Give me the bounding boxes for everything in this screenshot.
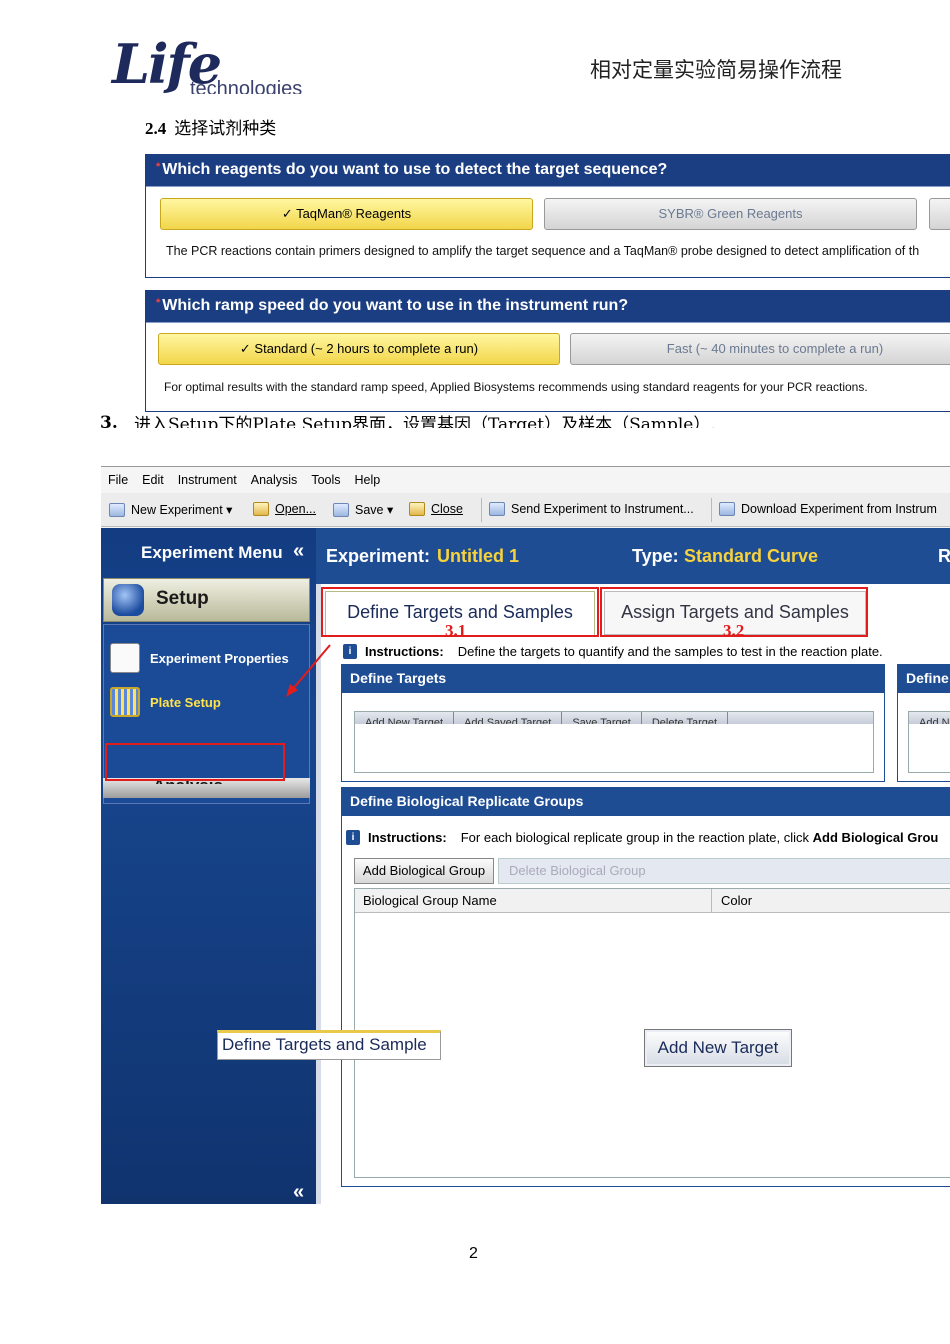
define-targets-tab-callout: Define Targets and Sample <box>217 1030 441 1060</box>
column-color: Color <box>721 893 753 908</box>
new-experiment-button[interactable]: New Experiment ▾ <box>109 502 232 517</box>
main-area: Experiment: Untitled 1 Type: Standard Cu… <box>316 528 950 1204</box>
add-new-target-callout: Add New Target <box>644 1029 792 1067</box>
setup-section-button[interactable]: Setup <box>103 578 310 622</box>
menu-instrument[interactable]: Instrument <box>171 467 244 487</box>
instructions-icon: i <box>346 830 360 845</box>
define-targets-box: Define Targets Add New Target Add Saved T… <box>341 664 885 782</box>
bio-instructions-line: i Instructions: For each biological replic… <box>346 830 938 845</box>
add-new-sample-button[interactable]: Add N <box>909 712 950 724</box>
define-targets-title: Define Targets <box>342 665 884 693</box>
send-to-instrument-button[interactable]: Send Experiment to Instrument... <box>489 502 694 516</box>
step-3-heading: 3. 进入Setup下的Plate Setup界面，设置基因（Target）及样… <box>100 406 800 428</box>
menu-help[interactable]: Help <box>348 467 388 487</box>
targets-button-row: Add New Target Add Saved Target Save Targe… <box>355 712 873 724</box>
save-disk-icon <box>333 502 349 517</box>
marker-3-2: 3.2 <box>723 621 745 640</box>
plate-setup-item[interactable]: Plate Setup <box>110 687 221 717</box>
experiment-properties-item[interactable]: Experiment Properties <box>110 643 289 673</box>
step-number: 3. <box>100 413 118 428</box>
instructions-line: i Instructions: Define the targets to quan… <box>343 644 883 659</box>
required-marker: * <box>156 161 161 173</box>
open-button[interactable]: Open... <box>253 502 316 516</box>
experiment-header-bar: Experiment: Untitled 1 Type: Standard Cu… <box>316 528 950 584</box>
page-number: 2 <box>469 1245 478 1262</box>
biological-groups-box: Define Biological Replicate Groups i Inst… <box>341 787 950 1187</box>
collapse-sidebar-icon[interactable]: « <box>293 540 304 563</box>
add-biological-group-button[interactable]: Add Biological Group <box>354 858 494 884</box>
section-2-4-heading: 2.4 选择试剂种类 <box>145 114 276 139</box>
clipboard-icon <box>110 643 140 673</box>
collapse-bottom-icon[interactable]: « <box>293 1181 304 1204</box>
add-new-target-button[interactable]: Add New Target <box>355 712 455 724</box>
type-label: Type: <box>632 546 679 566</box>
samples-table: Add N <box>908 711 950 773</box>
toolbar: New Experiment ▾ Open... Save ▾ Close Se… <box>101 493 950 527</box>
samples-button-row: Add N <box>909 712 950 724</box>
experiment-label: Experiment: <box>326 546 431 566</box>
third-option-button[interactable] <box>929 198 950 230</box>
reagent-question: * Which reagents do you want to use to de… <box>146 155 950 187</box>
delete-biological-group-button[interactable]: Delete Biological Group <box>498 858 950 884</box>
run-label-cut: R <box>938 546 950 566</box>
close-button[interactable]: Close <box>409 502 463 516</box>
menu-edit[interactable]: Edit <box>135 467 171 487</box>
fast-ramp-button[interactable]: Fast (~ 40 minutes to complete a run) <box>570 333 950 365</box>
required-marker: * <box>156 297 161 309</box>
step-text: 进入Setup下的Plate Setup界面，设置基因（Target）及样本（S… <box>133 415 716 428</box>
type-value: Standard Curve <box>684 546 819 566</box>
menu-file[interactable]: File <box>101 467 135 487</box>
setup-icon <box>112 584 144 616</box>
logo-sub-text: technologies <box>190 78 303 94</box>
add-saved-target-button[interactable]: Add Saved Target <box>454 712 563 724</box>
section-title: 选择试剂种类 <box>174 119 277 139</box>
standard-ramp-button[interactable]: ✓ Standard (~ 2 hours to complete a run) <box>158 333 560 365</box>
column-group-name: Biological Group Name <box>363 893 497 908</box>
plate-setup-highlight <box>105 743 285 781</box>
app-window: File Edit Instrument Analysis Tools Help New … <box>101 466 950 1204</box>
experiment-name: Untitled 1 <box>437 546 520 566</box>
life-technologies-logo: Life technologies <box>112 32 322 108</box>
marker-3-1: 3.1 <box>445 621 467 640</box>
section-number: 2.4 <box>145 119 167 138</box>
send-instrument-icon <box>489 502 505 516</box>
instructions-icon: i <box>343 644 357 659</box>
document-title: 相对定量实验简易操作流程 <box>590 58 842 82</box>
menu-tools[interactable]: Tools <box>304 467 347 487</box>
menu-analysis[interactable]: Analysis <box>244 467 305 487</box>
column-divider <box>711 889 712 913</box>
experiment-menu-title: Experiment Menu <box>141 543 283 562</box>
biological-groups-title: Define Biological Replicate Groups <box>342 788 950 816</box>
define-samples-title: Define <box>898 665 950 693</box>
toolbar-separator <box>481 498 482 522</box>
toolbar-separator <box>711 498 712 522</box>
taqman-option-button[interactable]: ✓ TaqMan® Reagents <box>160 198 533 230</box>
plate-grid-icon <box>110 687 140 717</box>
download-from-instrument-button[interactable]: Download Experiment from Instrum <box>719 502 937 516</box>
biological-groups-table-header: Biological Group Name Color <box>355 889 950 913</box>
ramp-description: For optimal results with the standard ra… <box>164 380 868 394</box>
ramp-question: * Which ramp speed do you want to use in … <box>146 291 950 323</box>
sybr-option-button[interactable]: SYBR® Green Reagents <box>544 198 917 230</box>
close-folder-icon <box>409 502 425 516</box>
delete-target-button[interactable]: Delete Target <box>642 712 729 724</box>
menu-bar: File Edit Instrument Analysis Tools Help <box>101 467 950 493</box>
targets-table: Add New Target Add Saved Target Save Targe… <box>354 711 874 773</box>
new-experiment-icon <box>109 502 125 517</box>
save-button[interactable]: Save ▾ <box>333 502 393 517</box>
reagent-panel: * Which reagents do you want to use to de… <box>145 154 950 278</box>
open-folder-icon <box>253 502 269 516</box>
save-target-button[interactable]: Save Target <box>562 712 642 724</box>
download-instrument-icon <box>719 502 735 516</box>
plate-setup-content: Define Targets and Samples Assign Target… <box>321 584 950 1204</box>
reagent-description: The PCR reactions contain primers design… <box>166 244 920 258</box>
ramp-speed-panel: * Which ramp speed do you want to use in … <box>145 290 950 412</box>
define-samples-box: Define Add N <box>897 664 950 782</box>
experiment-menu-sidebar: Experiment Menu « Setup Experiment Prope… <box>101 528 316 1204</box>
setup-label: Setup <box>156 588 209 609</box>
